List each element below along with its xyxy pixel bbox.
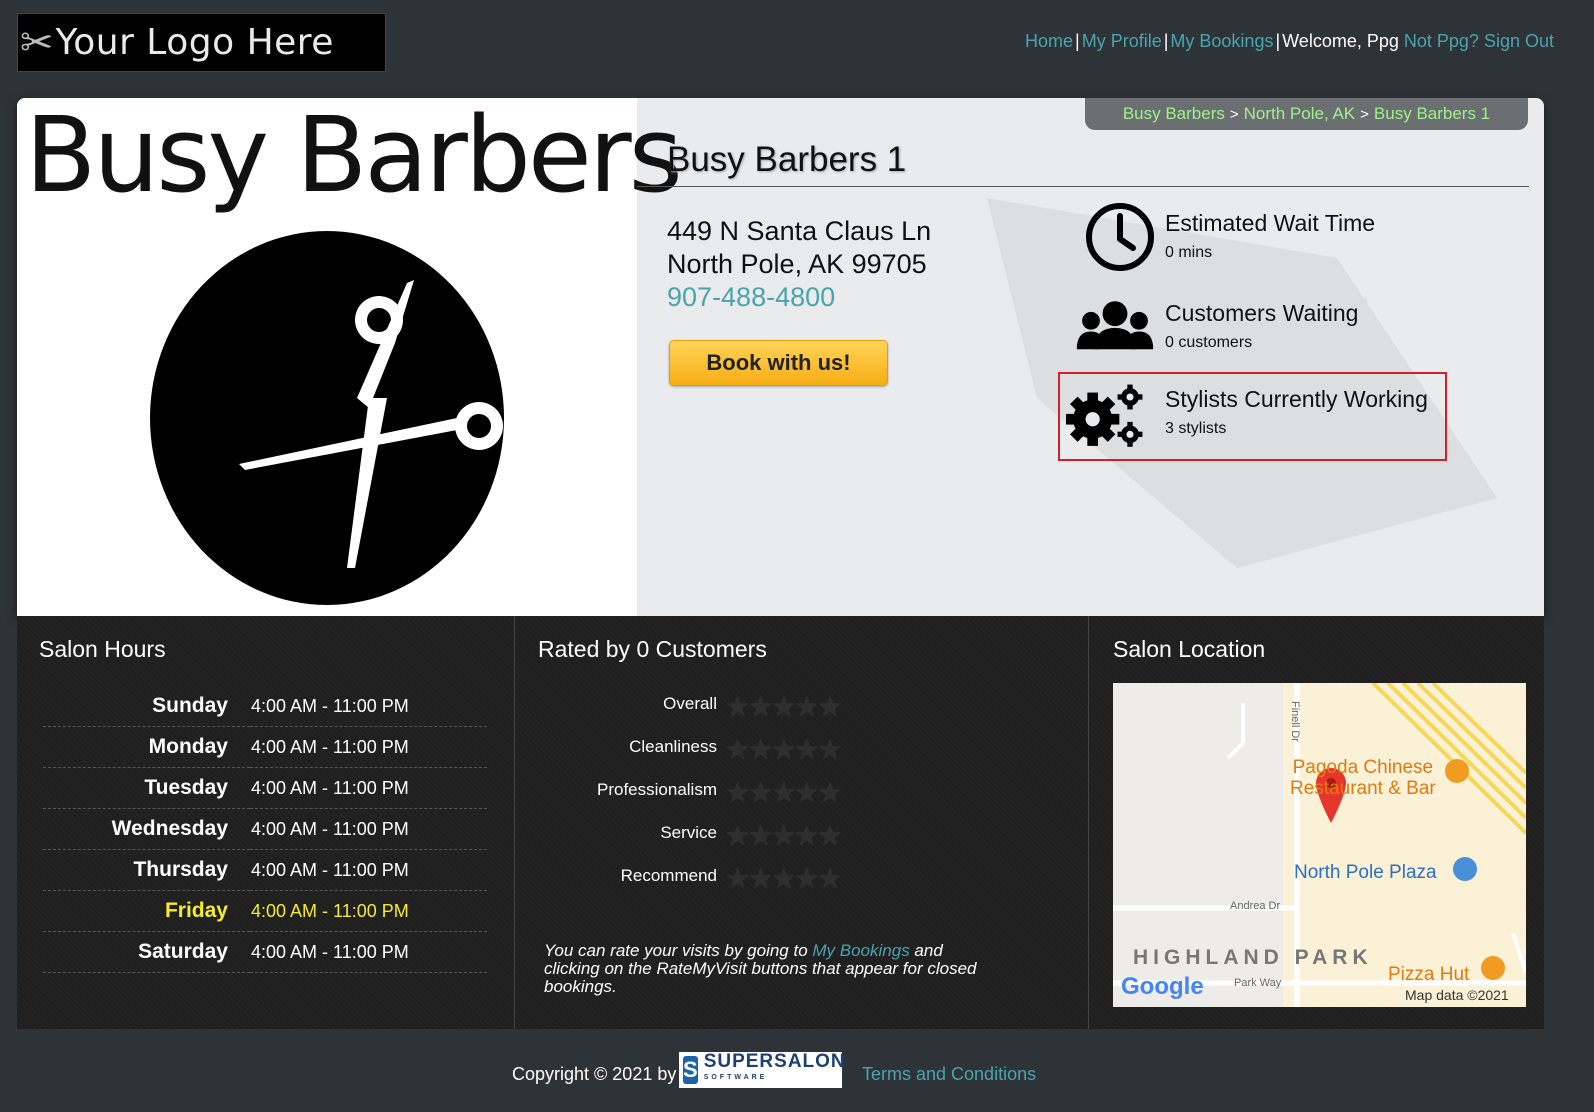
- group-icon: [1076, 301, 1154, 350]
- salon-details-panel: Salon Hours Sunday 4:00 AM - 11:00 PM Mond…: [17, 616, 1544, 1029]
- hours-day: Wednesday: [43, 808, 250, 850]
- rating-row: Recommend ★★★★★: [537, 860, 897, 895]
- map-area-highland-park: HIGHLAND PARK: [1133, 946, 1373, 969]
- footer: Copyright © 2021 by S SUPERSALON SOFTWAR…: [0, 1050, 1594, 1090]
- map-poi-pagoda: Pagoda Chinese Restaurant & Bar: [1290, 757, 1436, 799]
- logo-text: Your Logo Here: [55, 22, 334, 63]
- star-rating-icon: ★★★★★: [725, 819, 843, 852]
- salon-phone-link[interactable]: 907-488-4800: [667, 281, 931, 314]
- book-button[interactable]: Book with us!: [669, 340, 888, 386]
- hours-day: Monday: [43, 726, 250, 768]
- salon-info-panel: Busy Barbers Busy Barbers > North Pole, …: [17, 98, 1544, 616]
- ratings-title: Rated by 0 Customers: [538, 636, 767, 662]
- hours-time: 4:00 AM - 11:00 PM: [250, 890, 487, 932]
- welcome-text: Welcome, Ppg: [1282, 31, 1399, 51]
- stat-wait-time: Estimated Wait Time 0 mins: [1065, 198, 1445, 271]
- terms-link[interactable]: Terms and Conditions: [862, 1064, 1036, 1085]
- stat-stylists-working: Stylists Currently Working 3 stylists: [1058, 372, 1447, 461]
- location-map[interactable]: Finell Dr Pagoda Chinese Restaurant & Ba…: [1113, 683, 1526, 1007]
- supersalon-sub: SOFTWARE: [703, 1074, 768, 1081]
- star-rating-icon: ★★★★★: [725, 862, 843, 895]
- map-attribution: Map data ©2021: [1405, 987, 1509, 1003]
- hours-day: Friday: [43, 890, 250, 932]
- scissors-icon: ✂: [20, 19, 54, 66]
- map-street-finell: Finell Dr: [1289, 701, 1301, 742]
- hours-day: Thursday: [43, 849, 250, 891]
- sign-out-link[interactable]: Sign Out: [1484, 31, 1554, 51]
- my-bookings-link[interactable]: My Bookings: [812, 941, 909, 960]
- hours-time: 4:00 AM - 11:00 PM: [250, 767, 487, 809]
- wait-time-title: Estimated Wait Time: [1165, 210, 1376, 236]
- rating-instructions: You can rate your visits by going to My …: [544, 941, 977, 996]
- supersalon-s-icon: S: [683, 1056, 698, 1084]
- hours-day: Sunday: [43, 686, 250, 727]
- column-divider: [1088, 616, 1089, 1029]
- hours-time: 4:00 AM - 11:00 PM: [250, 931, 487, 973]
- hours-time: 4:00 AM - 11:00 PM: [250, 849, 487, 891]
- salon-brand-image: Busy Barbers: [17, 98, 683, 616]
- rating-label: Professionalism: [597, 780, 717, 799]
- address-line1: 449 N Santa Claus Ln: [667, 216, 932, 246]
- hours-row: Monday 4:00 AM - 11:00 PM: [43, 726, 487, 768]
- rating-label: Overall: [663, 694, 717, 713]
- stylists-working-title: Stylists Currently Working: [1165, 386, 1428, 412]
- rating-row: Professionalism ★★★★★: [537, 774, 897, 809]
- hours-title: Salon Hours: [39, 636, 166, 662]
- address-line2: North Pole, AK 99705: [667, 249, 927, 279]
- star-rating-icon: ★★★★★: [725, 776, 843, 809]
- not-user-link[interactable]: Not Ppg?: [1404, 31, 1479, 51]
- rating-label: Service: [660, 823, 717, 842]
- stat-customers-waiting: Customers Waiting 0 customers: [1065, 288, 1445, 360]
- hours-row: Thursday 4:00 AM - 11:00 PM: [43, 849, 487, 891]
- hours-time: 4:00 AM - 11:00 PM: [250, 726, 487, 768]
- barber-scissors-icon: [150, 231, 504, 605]
- hours-table: Sunday 4:00 AM - 11:00 PM Monday 4:00 AM - …: [43, 686, 487, 973]
- customers-waiting-title: Customers Waiting: [1165, 300, 1359, 326]
- salon-address: 449 N Santa Claus Ln North Pole, AK 9970…: [667, 215, 931, 314]
- stylists-working-value: 3 stylists: [1165, 420, 1227, 437]
- hours-time: 4:00 AM - 11:00 PM: [250, 686, 487, 727]
- nav-home-link[interactable]: Home: [1025, 31, 1073, 51]
- map-poi-north-pole-plaza: North Pole Plaza: [1294, 862, 1437, 883]
- hours-row: Tuesday 4:00 AM - 11:00 PM: [43, 767, 487, 809]
- customers-waiting-value: 0 customers: [1165, 334, 1253, 351]
- top-nav: Home | My Profile | My Bookings | Welcome, Ppg…: [1025, 31, 1554, 51]
- hours-day: Saturday: [43, 931, 250, 973]
- nav-my-profile-link[interactable]: My Profile: [1082, 31, 1162, 51]
- breadcrumb-brand-link[interactable]: Busy Barbers: [1123, 104, 1225, 124]
- location-title: Salon Location: [1113, 636, 1266, 662]
- wait-time-value: 0 mins: [1165, 244, 1213, 261]
- rating-row: Overall ★★★★★: [537, 688, 897, 723]
- column-divider: [514, 616, 515, 1029]
- hours-row: Wednesday 4:00 AM - 11:00 PM: [43, 808, 487, 850]
- salon-title: Busy Barbers 1: [667, 140, 907, 179]
- copyright-text: Copyright © 2021 by: [512, 1064, 677, 1084]
- breadcrumb-salon-link[interactable]: Busy Barbers 1: [1374, 104, 1490, 124]
- gears-icon: [1066, 384, 1143, 447]
- star-rating-icon: ★★★★★: [725, 733, 843, 766]
- star-rating-icon: ★★★★★: [725, 690, 843, 723]
- title-divider: [637, 186, 1529, 187]
- hours-row: Friday 4:00 AM - 11:00 PM: [43, 890, 487, 932]
- breadcrumb: Busy Barbers > North Pole, AK > Busy Bar…: [1085, 98, 1528, 130]
- hours-row: Sunday 4:00 AM - 11:00 PM: [43, 686, 487, 727]
- rating-label: Recommend: [620, 866, 717, 885]
- rating-row: Cleanliness ★★★★★: [537, 731, 897, 766]
- clock-icon: [1086, 203, 1154, 271]
- map-poi-pizza-hut: Pizza Hut: [1388, 964, 1470, 985]
- rating-row: Service ★★★★★: [537, 817, 897, 852]
- hours-row: Saturday 4:00 AM - 11:00 PM: [43, 931, 487, 973]
- hours-day: Tuesday: [43, 767, 250, 809]
- nav-my-bookings-link[interactable]: My Bookings: [1170, 31, 1273, 51]
- map-street-park-way: Park Way: [1234, 977, 1282, 989]
- hours-time: 4:00 AM - 11:00 PM: [250, 808, 487, 850]
- site-logo[interactable]: ✂ Your Logo Here: [17, 13, 386, 72]
- rating-label: Cleanliness: [629, 737, 717, 756]
- breadcrumb-city-link[interactable]: North Pole, AK: [1244, 104, 1356, 124]
- supersalon-logo[interactable]: S SUPERSALON SOFTWARE: [679, 1052, 845, 1088]
- map-street-andrea: Andrea Dr: [1230, 900, 1281, 912]
- google-logo: Google: [1121, 973, 1204, 1000]
- supersalon-name: SUPERSALON: [703, 1051, 846, 1072]
